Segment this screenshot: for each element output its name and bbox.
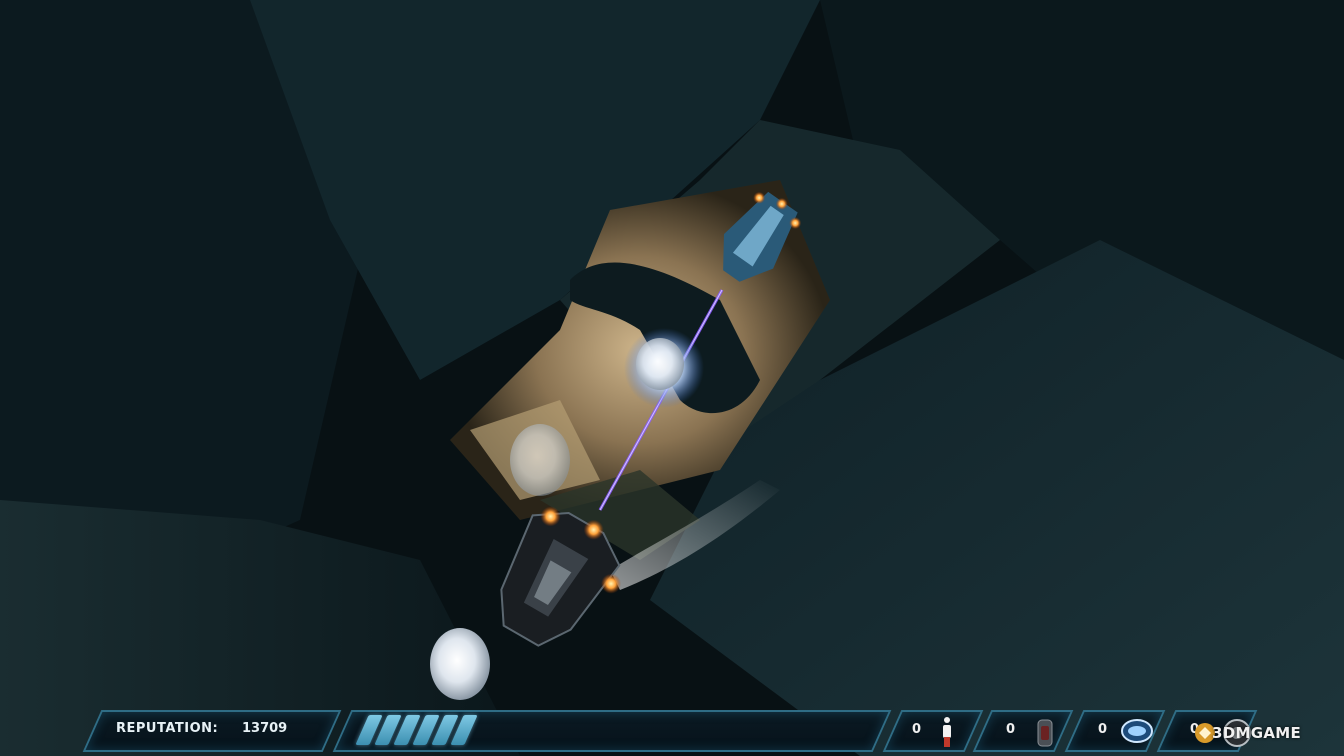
game-scene [0, 0, 1344, 756]
watermark-text: 3DMGAME [1212, 724, 1302, 742]
reputation-value: 13709 [242, 721, 288, 736]
hud-bar: REPUTATION: 13709 0 0 0 0 [0, 706, 1344, 756]
inventory-slot [972, 710, 1074, 752]
reputation-label: REPUTATION: [116, 721, 219, 736]
inventory-count: 0 [1098, 722, 1108, 737]
canister-icon [1037, 719, 1053, 747]
inventory-count: 0 [912, 722, 922, 737]
person-figure-icon [943, 717, 951, 747]
shield-orb-icon [1121, 719, 1153, 743]
inventory-count: 0 [1006, 722, 1016, 737]
floating-orb [510, 424, 570, 496]
floating-orb [430, 628, 490, 700]
inventory-slot [882, 710, 984, 752]
